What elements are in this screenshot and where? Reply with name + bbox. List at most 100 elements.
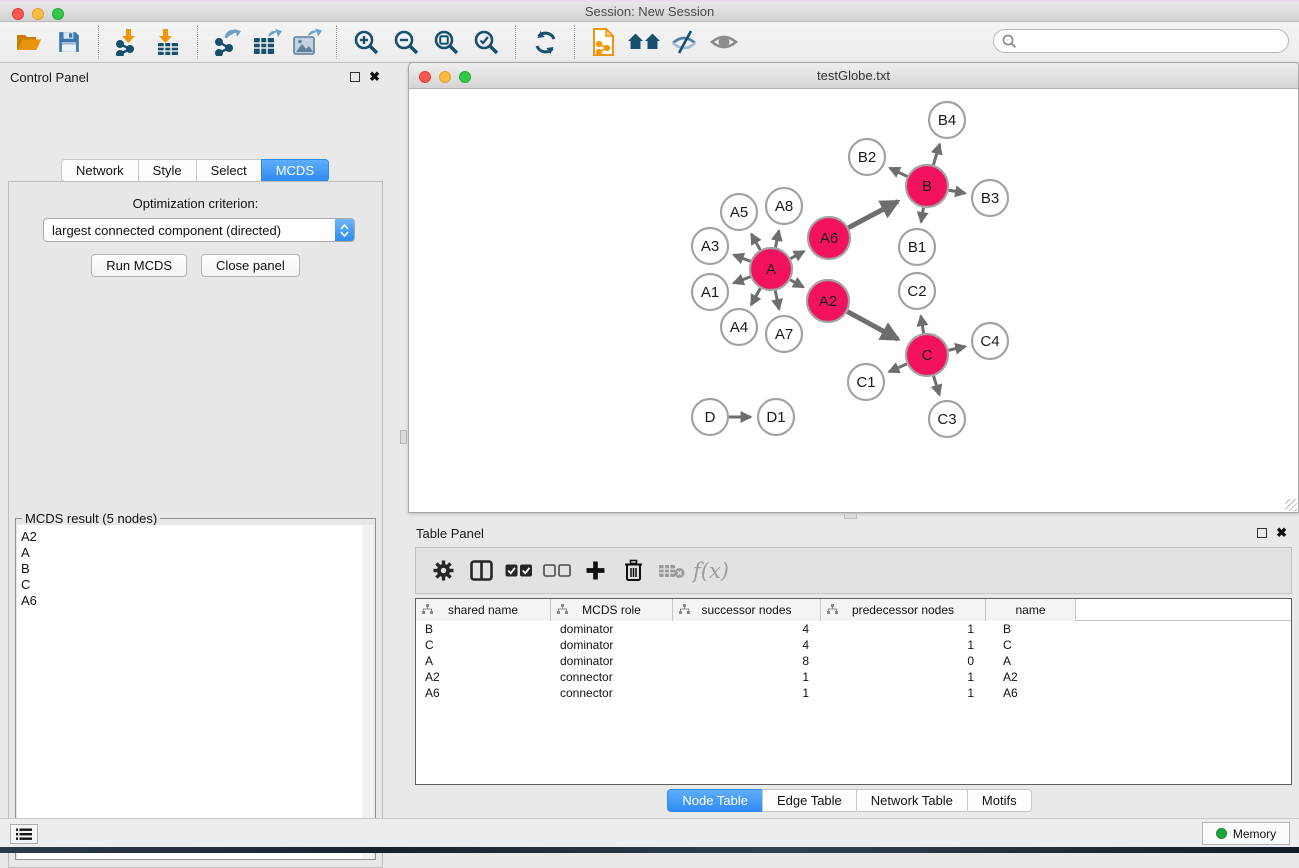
edge-A-A6[interactable] (790, 251, 804, 258)
table-row[interactable]: Cdominator41C (416, 637, 1291, 653)
cell-successor-nodes[interactable]: 1 (673, 669, 821, 685)
table-row[interactable]: Adominator80A (416, 653, 1291, 669)
refresh-layout-icon[interactable] (528, 26, 562, 58)
column-header-name[interactable]: name (986, 599, 1076, 621)
close-panel-button[interactable]: Close panel (201, 254, 300, 277)
cell-MCDS-role[interactable]: connector (551, 685, 673, 701)
edge-A-A2[interactable] (790, 280, 803, 287)
delete-table-icon[interactable] (655, 554, 687, 588)
search-input[interactable] (1023, 34, 1288, 49)
tab-node-table[interactable]: Node Table (667, 789, 762, 812)
edge-C-C3[interactable] (934, 376, 940, 395)
cell-shared-name[interactable]: A6 (416, 685, 551, 701)
import-table-icon[interactable] (151, 26, 185, 58)
edge-B-B3[interactable] (949, 190, 966, 193)
cell-successor-nodes[interactable]: 1 (673, 685, 821, 701)
node-table[interactable]: shared nameMCDS rolesuccessor nodesprede… (415, 598, 1292, 785)
zoom-fit-icon[interactable] (429, 26, 463, 58)
table-row[interactable]: Bdominator41B (416, 621, 1291, 637)
cell-predecessor-nodes[interactable]: 1 (821, 685, 986, 701)
cell-shared-name[interactable]: B (416, 621, 551, 637)
edge-A-A8[interactable] (775, 231, 778, 248)
tab-network-table[interactable]: Network Table (856, 789, 967, 812)
select-all-columns-icon[interactable] (503, 554, 535, 588)
export-image-icon[interactable] (290, 26, 324, 58)
tab-motifs[interactable]: Motifs (967, 789, 1032, 812)
table-row[interactable]: A2connector11A2 (416, 669, 1291, 685)
function-builder-icon[interactable]: f(x) (693, 554, 729, 588)
zoom-selected-icon[interactable] (469, 26, 503, 58)
delete-column-icon[interactable] (617, 554, 649, 588)
tab-network[interactable]: Network (61, 159, 138, 182)
edge-A-A3[interactable] (734, 255, 751, 261)
network-graph[interactable]: AA1A2A3A4A5A6A7A8BB1B2B3B4CC1C2C3C4DD1 (409, 89, 1298, 512)
cell-MCDS-role[interactable]: dominator (551, 653, 673, 669)
result-scrollbar[interactable] (362, 525, 374, 859)
cell-MCDS-role[interactable]: dominator (551, 637, 673, 653)
table-close-panel-icon[interactable]: ✖ (1276, 528, 1287, 538)
save-session-icon[interactable] (52, 26, 86, 58)
result-item[interactable]: A (21, 545, 362, 561)
show-all-networks-icon[interactable] (627, 26, 661, 58)
zoom-window-light[interactable] (52, 8, 64, 20)
cell-name[interactable]: A2 (986, 669, 1076, 685)
cell-name[interactable]: B (986, 621, 1076, 637)
minimize-window-light[interactable] (32, 8, 44, 20)
network-window-titlebar[interactable]: testGlobe.txt (409, 63, 1298, 89)
unselect-all-columns-icon[interactable] (541, 554, 573, 588)
column-header-shared-name[interactable]: shared name (416, 599, 551, 621)
cell-shared-name[interactable]: A2 (416, 669, 551, 685)
edge-A-A5[interactable] (751, 234, 760, 250)
edge-C-C4[interactable] (948, 346, 965, 350)
column-header-successor-nodes[interactable]: successor nodes (673, 599, 821, 621)
show-details-icon[interactable] (707, 26, 741, 58)
network-minimize-light[interactable] (439, 71, 451, 83)
panel-splitter-handle[interactable] (400, 430, 407, 444)
show-columns-icon[interactable] (465, 554, 497, 588)
zoom-out-icon[interactable] (389, 26, 423, 58)
edge-A-A1[interactable] (734, 277, 751, 283)
cell-MCDS-role[interactable]: dominator (551, 621, 673, 637)
close-panel-icon[interactable]: ✖ (369, 72, 380, 82)
add-column-icon[interactable] (579, 554, 611, 588)
result-item[interactable]: B (21, 561, 362, 577)
result-item[interactable]: C (21, 577, 362, 593)
cell-shared-name[interactable]: C (416, 637, 551, 653)
zoom-in-icon[interactable] (349, 26, 383, 58)
column-header-MCDS-role[interactable]: MCDS role (551, 599, 673, 621)
cell-predecessor-nodes[interactable]: 1 (821, 669, 986, 685)
tab-mcds[interactable]: MCDS (261, 159, 329, 182)
edge-A6-B[interactable] (848, 201, 897, 227)
column-header-predecessor-nodes[interactable]: predecessor nodes (821, 599, 986, 621)
cell-name[interactable]: A (986, 653, 1076, 669)
window-resize-grip[interactable] (1285, 499, 1297, 511)
edge-A2-C[interactable] (847, 312, 898, 340)
close-window-light[interactable] (12, 8, 24, 20)
cell-predecessor-nodes[interactable]: 1 (821, 621, 986, 637)
cell-successor-nodes[interactable]: 4 (673, 621, 821, 637)
search-field[interactable] (993, 29, 1289, 53)
criterion-dropdown[interactable]: largest connected component (directed) (43, 218, 355, 242)
import-network-icon[interactable] (111, 26, 145, 58)
mcds-result-list[interactable]: A2ABCA6 (17, 525, 363, 859)
tab-style[interactable]: Style (138, 159, 196, 182)
export-network-icon[interactable] (210, 26, 244, 58)
edge-B-B2[interactable] (890, 168, 908, 176)
cell-successor-nodes[interactable]: 8 (673, 653, 821, 669)
tab-edge-table[interactable]: Edge Table (762, 789, 856, 812)
cell-successor-nodes[interactable]: 4 (673, 637, 821, 653)
new-network-from-file-icon[interactable] (587, 26, 621, 58)
cell-predecessor-nodes[interactable]: 0 (821, 653, 986, 669)
table-options-gear-icon[interactable] (427, 554, 459, 588)
memory-button[interactable]: Memory (1202, 822, 1290, 845)
cell-predecessor-nodes[interactable]: 1 (821, 637, 986, 653)
cell-name[interactable]: C (986, 637, 1076, 653)
export-table-icon[interactable] (250, 26, 284, 58)
tab-select[interactable]: Select (196, 159, 261, 182)
network-zoom-light[interactable] (459, 71, 471, 83)
edge-A-A4[interactable] (751, 288, 760, 305)
edge-A-A7[interactable] (775, 291, 779, 310)
run-mcds-button[interactable]: Run MCDS (91, 254, 187, 277)
table-row[interactable]: A6connector11A6 (416, 685, 1291, 701)
edge-C-C2[interactable] (921, 316, 924, 333)
